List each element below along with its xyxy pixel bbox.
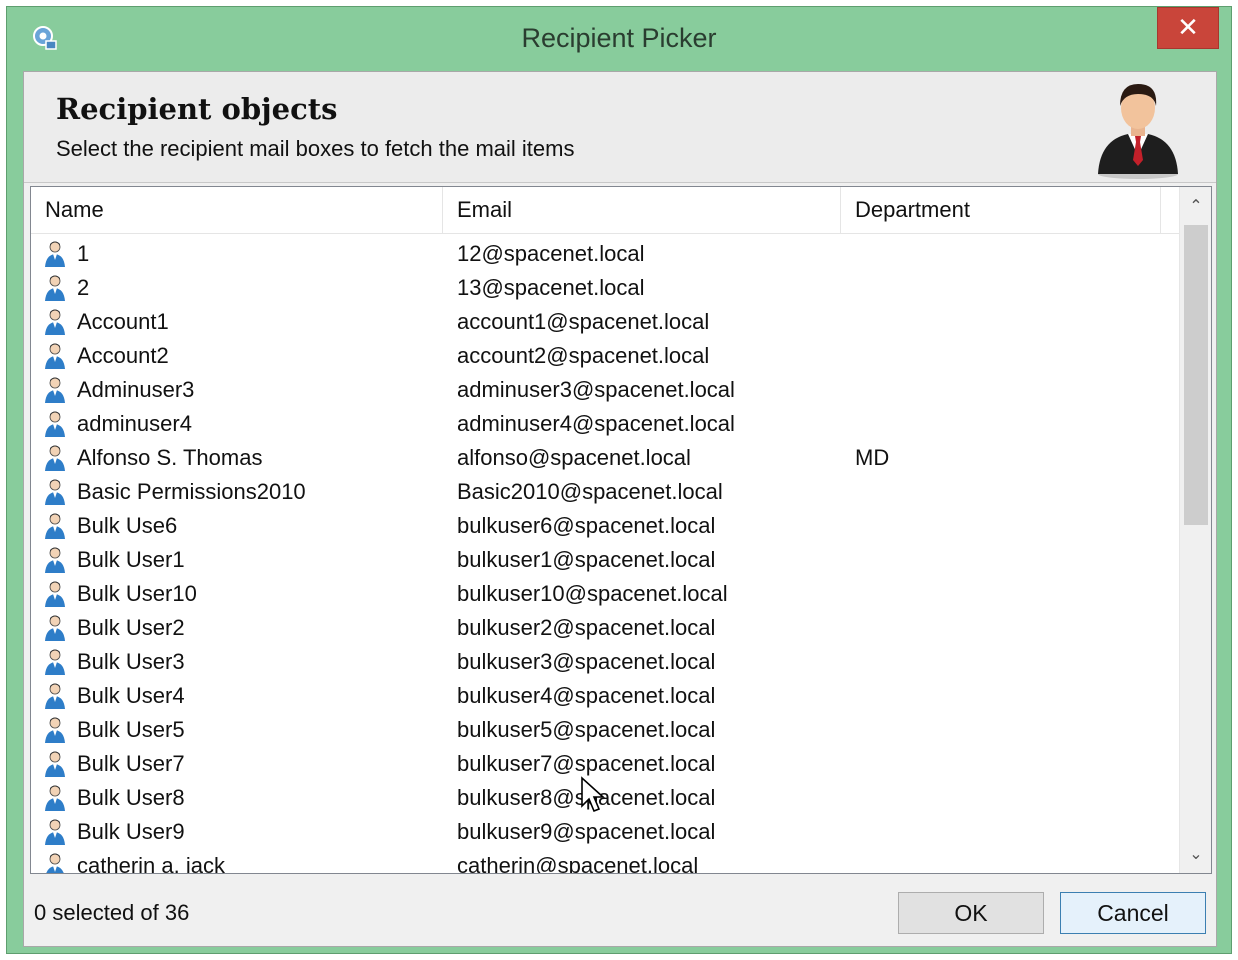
dialog-header: Recipient objects Select the recipient m… bbox=[24, 72, 1216, 183]
cell-email: bulkuser9@spacenet.local bbox=[457, 819, 716, 844]
list-item[interactable]: Alfonso S. Thomas alfonso@spacenet.local M… bbox=[31, 441, 1179, 475]
list-item[interactable]: Bulk User2 bulkuser2@spacenet.local bbox=[31, 611, 1179, 645]
cell-name: Bulk User4 bbox=[77, 683, 185, 708]
cell-name: catherin a. jack bbox=[77, 853, 225, 873]
window-title: Recipient Picker bbox=[521, 23, 717, 53]
list-item[interactable]: Bulk User4 bulkuser4@spacenet.local bbox=[31, 679, 1179, 713]
user-icon bbox=[43, 546, 67, 574]
cell-email: alfonso@spacenet.local bbox=[457, 445, 691, 470]
cell-department: MD bbox=[855, 445, 890, 470]
list-item[interactable]: Bulk User5 bulkuser5@spacenet.local bbox=[31, 713, 1179, 747]
user-icon bbox=[43, 478, 67, 506]
close-button[interactable]: ✕ bbox=[1157, 7, 1219, 49]
cell-email: bulkuser7@spacenet.local bbox=[457, 751, 716, 776]
list-item[interactable]: Account1 account1@spacenet.local bbox=[31, 305, 1179, 339]
selection-status: 0 selected of 36 bbox=[34, 900, 190, 925]
cell-name: Bulk Use6 bbox=[77, 513, 178, 538]
user-icon bbox=[43, 274, 67, 302]
title-bar[interactable]: Recipient Picker ✕ bbox=[7, 7, 1231, 71]
user-icon bbox=[43, 240, 67, 268]
list-item[interactable]: Bulk User10 bulkuser10@spacenet.local bbox=[31, 577, 1179, 611]
user-icon bbox=[43, 682, 67, 710]
cell-name: Adminuser3 bbox=[77, 377, 195, 402]
user-icon bbox=[43, 818, 67, 846]
businessman-icon bbox=[1098, 84, 1178, 179]
user-icon bbox=[43, 410, 67, 438]
cell-name: Basic Permissions2010 bbox=[77, 479, 306, 504]
column-header-email[interactable]: Email bbox=[443, 187, 841, 233]
cell-email: bulkuser5@spacenet.local bbox=[457, 717, 716, 742]
dialog-footer: 0 selected of 36 OK Cancel bbox=[24, 880, 1216, 946]
cell-email: bulkuser3@spacenet.local bbox=[457, 649, 716, 674]
list-item[interactable]: Bulk User9 bulkuser9@spacenet.local bbox=[31, 815, 1179, 849]
cell-email: Basic2010@spacenet.local bbox=[457, 479, 723, 504]
scroll-thumb[interactable] bbox=[1184, 225, 1208, 525]
dialog-client: Recipient objects Select the recipient m… bbox=[23, 71, 1217, 947]
column-header-name[interactable]: Name bbox=[31, 187, 443, 233]
cell-email: bulkuser2@spacenet.local bbox=[457, 615, 716, 640]
list-item[interactable]: Account2 account2@spacenet.local bbox=[31, 339, 1179, 373]
cell-name: Bulk User9 bbox=[77, 819, 185, 844]
user-icon bbox=[43, 784, 67, 812]
user-icon bbox=[43, 512, 67, 540]
list-item[interactable]: Basic Permissions2010 Basic2010@spacenet.… bbox=[31, 475, 1179, 509]
list-item[interactable]: catherin a. jack catherin@spacenet.local bbox=[31, 849, 1179, 873]
cell-name: Account2 bbox=[77, 343, 169, 368]
cell-email: catherin@spacenet.local bbox=[457, 853, 699, 873]
ok-button[interactable]: OK bbox=[898, 892, 1044, 934]
cell-email: 13@spacenet.local bbox=[457, 275, 645, 300]
column-header-row: Name Email Department bbox=[31, 187, 1179, 234]
cell-email: account1@spacenet.local bbox=[457, 309, 710, 334]
cell-email: 12@spacenet.local bbox=[457, 241, 645, 266]
list-item[interactable]: 1 12@spacenet.local bbox=[31, 237, 1179, 271]
cell-email: adminuser3@spacenet.local bbox=[457, 377, 735, 402]
user-icon bbox=[43, 580, 67, 608]
cell-email: bulkuser6@spacenet.local bbox=[457, 513, 716, 538]
user-icon bbox=[43, 648, 67, 676]
list-item[interactable]: Bulk Use6 bulkuser6@spacenet.local bbox=[31, 509, 1179, 543]
header-subtitle: Select the recipient mail boxes to fetch… bbox=[56, 136, 575, 161]
cell-name: Bulk User10 bbox=[77, 581, 197, 606]
cell-email: bulkuser4@spacenet.local bbox=[457, 683, 716, 708]
user-icon bbox=[43, 308, 67, 336]
cell-email: account2@spacenet.local bbox=[457, 343, 710, 368]
scroll-up-arrow-icon[interactable]: ⌃ bbox=[1180, 189, 1211, 223]
vertical-scrollbar[interactable]: ⌃ ⌄ bbox=[1179, 187, 1211, 873]
list-item[interactable]: 2 13@spacenet.local bbox=[31, 271, 1179, 305]
cell-name: Alfonso S. Thomas bbox=[77, 445, 263, 470]
list-item[interactable]: Adminuser3 adminuser3@spacenet.local bbox=[31, 373, 1179, 407]
column-header-department[interactable]: Department bbox=[841, 187, 1161, 233]
cell-name: Bulk User3 bbox=[77, 649, 185, 674]
cell-email: adminuser4@spacenet.local bbox=[457, 411, 735, 436]
cell-name: Bulk User7 bbox=[77, 751, 185, 776]
user-icon bbox=[43, 716, 67, 744]
user-icon bbox=[43, 342, 67, 370]
user-icon bbox=[43, 444, 67, 472]
cell-email: bulkuser1@spacenet.local bbox=[457, 547, 716, 572]
header-title: Recipient objects bbox=[56, 92, 338, 126]
cell-name: 2 bbox=[77, 275, 90, 300]
cell-name: Bulk User1 bbox=[77, 547, 185, 572]
list-item[interactable]: adminuser4 adminuser4@spacenet.local bbox=[31, 407, 1179, 441]
scroll-down-arrow-icon[interactable]: ⌄ bbox=[1180, 837, 1211, 871]
user-icon bbox=[43, 750, 67, 778]
user-icon bbox=[43, 376, 67, 404]
recipient-picker-window: Recipient Picker ✕ Recipient objects Sel… bbox=[6, 6, 1232, 954]
mouse-cursor-icon bbox=[581, 776, 606, 813]
user-icon bbox=[43, 614, 67, 642]
cell-name: Account1 bbox=[77, 309, 169, 334]
user-icon bbox=[43, 852, 67, 873]
cell-name: Bulk User2 bbox=[77, 615, 185, 640]
cancel-button[interactable]: Cancel bbox=[1060, 892, 1206, 934]
cell-email: bulkuser10@spacenet.local bbox=[457, 581, 728, 606]
cell-name: adminuser4 bbox=[77, 411, 192, 436]
recipient-list[interactable]: Name Email Department 1 12@spacenet.local… bbox=[30, 186, 1212, 874]
cell-name: Bulk User8 bbox=[77, 785, 185, 810]
list-item[interactable]: Bulk User3 bulkuser3@spacenet.local bbox=[31, 645, 1179, 679]
list-item[interactable]: Bulk User1 bulkuser1@spacenet.local bbox=[31, 543, 1179, 577]
cell-name: Bulk User5 bbox=[77, 717, 185, 742]
cell-name: 1 bbox=[77, 241, 90, 266]
